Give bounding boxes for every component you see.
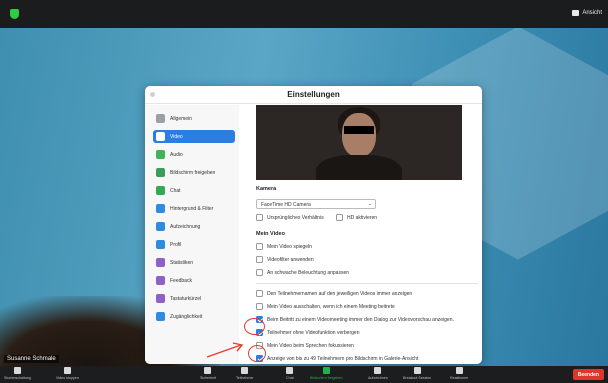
- checkbox[interactable]: [256, 214, 263, 221]
- sidebar-item-label: Audio: [170, 151, 183, 158]
- settings-category-icon: [156, 114, 165, 123]
- participants-icon: [241, 367, 249, 374]
- toolbar-breakout-button[interactable]: Breakout Session: [403, 367, 431, 380]
- camera-heading: Kamera: [256, 186, 277, 192]
- settings-category-icon: [156, 168, 165, 177]
- sidebar-item-label: Chat: [170, 187, 181, 194]
- my-video-heading: Mein Video: [256, 231, 285, 237]
- camera-preview: [256, 105, 462, 180]
- annotation-arrow: [206, 342, 244, 358]
- reactions-icon: [455, 367, 463, 374]
- sidebar-item-profil[interactable]: Profil: [153, 238, 235, 251]
- grid-icon: [572, 10, 580, 16]
- toolbar-chat-button[interactable]: Chat: [286, 367, 294, 380]
- sidebar-item-label: Aufzeichnung: [170, 223, 201, 230]
- view-button-label: Ansicht: [582, 10, 602, 16]
- camera-select-value: FaceTime HD Camera: [261, 202, 311, 208]
- settings-option[interactable]: Den Teilnehmernamen auf den jeweiligen V…: [256, 290, 412, 297]
- divider: [256, 283, 478, 284]
- settings-category-icon: [156, 294, 165, 303]
- record-icon: [374, 367, 382, 374]
- annotation-circle: [248, 345, 266, 362]
- settings-sidebar: Allgemein Video Audio Bildschirm freigeben C…: [145, 105, 239, 364]
- end-meeting-button[interactable]: Beenden: [572, 369, 604, 380]
- settings-option[interactable]: Anzeige von bis zu 49 Teilnehmern pro Bi…: [256, 355, 418, 362]
- toolbar-participants-button[interactable]: Teilnehmer: [236, 367, 254, 380]
- shield-icon: [204, 367, 212, 374]
- toolbar-microphone-button[interactable]: Stummschaltung: [4, 367, 31, 380]
- settings-category-icon: [156, 240, 165, 249]
- video-camera-icon: [63, 367, 71, 374]
- sidebar-item-hintergrund-filter[interactable]: Hintergrund & Filter: [153, 202, 235, 215]
- sidebar-item-aufzeichnung[interactable]: Aufzeichnung: [153, 220, 235, 233]
- camera-option-hd[interactable]: HD aktivieren: [336, 214, 377, 221]
- sidebar-item-label: Video: [170, 133, 183, 140]
- sidebar-item-tastaturkürzel[interactable]: Tastaturkürzel: [153, 292, 235, 305]
- sidebar-item-video[interactable]: Video: [153, 130, 235, 143]
- sidebar-item-statistiken[interactable]: Statistiken: [153, 256, 235, 269]
- settings-option[interactable]: Mein Video spiegeln: [256, 243, 312, 250]
- settings-category-icon: [156, 312, 165, 321]
- sidebar-item-label: Zugänglichkeit: [170, 313, 203, 320]
- toolbar-shield-button[interactable]: Sicherheit: [200, 367, 216, 380]
- checkbox[interactable]: [256, 290, 263, 297]
- video-settings-panel: Kamera FaceTime HD Camera ⌄ Ursprünglich…: [239, 105, 482, 364]
- dialog-title: Einstellungen: [287, 90, 340, 99]
- view-button[interactable]: Ansicht: [572, 10, 602, 16]
- participant-name-tag: Susanne Schmale: [4, 355, 59, 363]
- checkbox[interactable]: [256, 303, 263, 310]
- sidebar-item-bildschirm-freigeben[interactable]: Bildschirm freigeben: [153, 166, 235, 179]
- settings-category-icon: [156, 204, 165, 213]
- settings-option[interactable]: Beim Beitritt zu einem Videomeeting imme…: [256, 316, 454, 323]
- settings-category-icon: [156, 186, 165, 195]
- microphone-icon: [13, 367, 21, 374]
- share-screen-icon: [322, 367, 330, 374]
- censor-bar: [344, 126, 374, 134]
- chat-icon: [286, 367, 294, 374]
- toolbar-video-camera-button[interactable]: Video stoppen: [56, 367, 79, 380]
- sidebar-item-label: Tastaturkürzel: [170, 295, 202, 302]
- sidebar-item-chat[interactable]: Chat: [153, 184, 235, 197]
- settings-option[interactable]: Mein Video beim Sprechen fokussieren: [256, 342, 354, 349]
- settings-option[interactable]: An schwache Beleuchtung anpassen: [256, 269, 349, 276]
- settings-category-icon: [156, 150, 165, 159]
- sidebar-item-label: Feedback: [170, 277, 192, 284]
- checkbox[interactable]: [256, 256, 263, 263]
- settings-category-icon: [156, 258, 165, 267]
- toolbar-share-screen-button[interactable]: Bildschirm freigeben: [310, 367, 343, 380]
- checkbox[interactable]: [336, 214, 343, 221]
- sidebar-item-label: Statistiken: [170, 259, 194, 266]
- settings-category-icon: [156, 222, 165, 231]
- checkbox[interactable]: [256, 269, 263, 276]
- sidebar-item-audio[interactable]: Audio: [153, 148, 235, 161]
- sidebar-item-label: Hintergrund & Filter: [170, 205, 214, 212]
- settings-dialog: Einstellungen Allgemein Video Audio Bildsch…: [145, 86, 482, 364]
- sidebar-item-allgemein[interactable]: Allgemein: [153, 112, 235, 125]
- checkbox[interactable]: [256, 243, 263, 250]
- settings-category-icon: [156, 276, 165, 285]
- settings-option[interactable]: Videofilter anwenden: [256, 256, 314, 263]
- sidebar-item-zugänglichkeit[interactable]: Zugänglichkeit: [153, 310, 235, 323]
- settings-option[interactable]: Teilnehmer ohne Videofunktion verbergen: [256, 329, 359, 336]
- settings-category-icon: [156, 132, 165, 141]
- camera-option-aspect[interactable]: Ursprüngliches Verhältnis: [256, 214, 324, 221]
- dialog-header: Einstellungen: [145, 86, 482, 104]
- toolbar-reactions-button[interactable]: Reaktionen: [450, 367, 468, 380]
- sidebar-item-label: Allgemein: [170, 115, 192, 122]
- sidebar-item-label: Bildschirm freigeben: [170, 169, 216, 176]
- security-shield-icon[interactable]: [10, 9, 19, 19]
- title-bar: Ansicht: [0, 0, 608, 28]
- meeting-toolbar: Beenden Stummschaltung Video stoppen Siche…: [0, 366, 608, 383]
- chevron-down-icon: ⌄: [367, 201, 372, 207]
- sidebar-item-feedback[interactable]: Feedback: [153, 274, 235, 287]
- sidebar-item-label: Profil: [170, 241, 182, 248]
- toolbar-record-button[interactable]: Aufzeichnen: [368, 367, 388, 380]
- annotation-circle: [244, 318, 265, 335]
- camera-select[interactable]: FaceTime HD Camera ⌄: [256, 199, 376, 209]
- settings-option[interactable]: Mein Video ausschalten, wenn ich einem M…: [256, 303, 395, 310]
- breakout-icon: [413, 367, 421, 374]
